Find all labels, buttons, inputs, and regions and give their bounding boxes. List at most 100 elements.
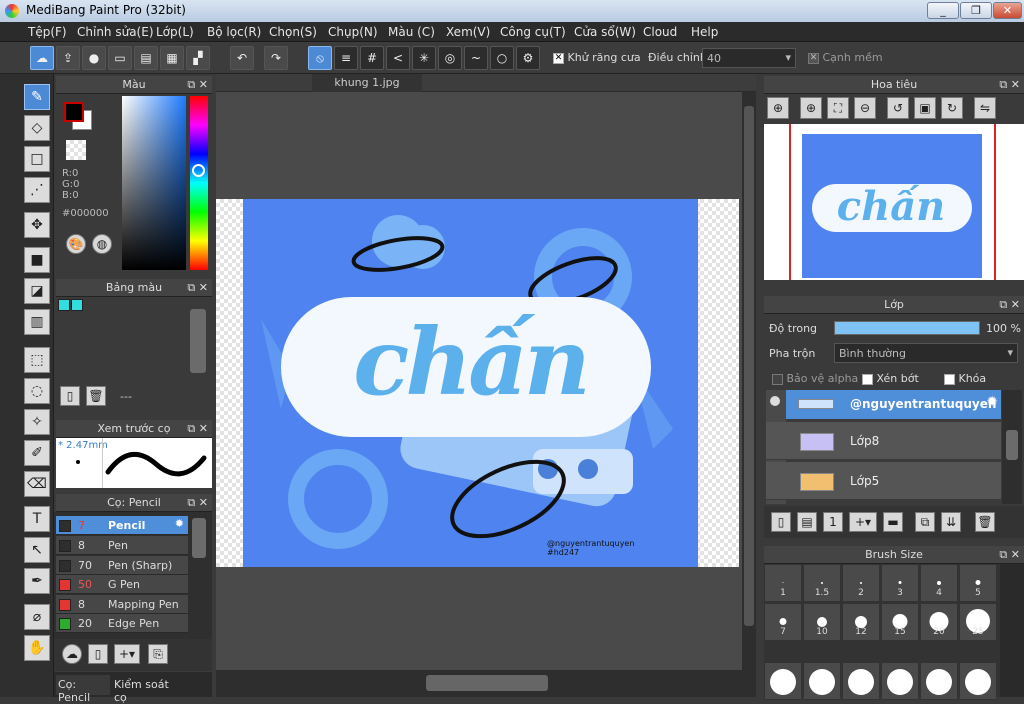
- palette-swatch[interactable]: [71, 299, 83, 311]
- palette-scrollbar[interactable]: [190, 309, 206, 373]
- new-palette-icon[interactable]: ▯: [60, 386, 80, 406]
- brush-size-option[interactable]: [881, 662, 919, 700]
- color-settings-icon[interactable]: ◍: [92, 234, 112, 254]
- clipping-checkbox[interactable]: [862, 373, 873, 385]
- cloud-brush-icon[interactable]: ☁: [62, 644, 82, 664]
- canvas-vertical-scrollbar[interactable]: [742, 92, 756, 670]
- dot-tool-icon[interactable]: ⋰: [24, 177, 50, 203]
- palette-icon[interactable]: 🎨: [66, 234, 86, 254]
- brush-size-option[interactable]: [842, 662, 880, 700]
- new-layer-icon[interactable]: ▯: [771, 512, 791, 532]
- menu-filter[interactable]: Bộ lọc(R): [207, 25, 261, 39]
- brush-size-option[interactable]: 20: [920, 603, 958, 641]
- cloud-icon[interactable]: ☁: [30, 46, 54, 70]
- lock-checkbox[interactable]: [944, 373, 955, 385]
- canvas-horizontal-scrollbar[interactable]: [216, 672, 756, 697]
- radial-snap-icon[interactable]: ✳: [412, 46, 436, 70]
- new-1bit-layer-icon[interactable]: 1: [823, 512, 843, 532]
- brush-size-option[interactable]: [959, 662, 997, 700]
- brush-item[interactable]: 20 Edge Pen: [56, 614, 188, 633]
- panel-controls-icon[interactable]: ⧉ ✕: [187, 76, 208, 93]
- panel-controls-icon[interactable]: ⧉ ✕: [187, 420, 208, 437]
- menu-view[interactable]: Xem(V): [446, 25, 490, 39]
- menu-file[interactable]: Tệp(F): [28, 25, 67, 39]
- menu-tools[interactable]: Công cụ(T): [500, 25, 566, 39]
- select-tool-icon[interactable]: ⬚: [24, 347, 50, 373]
- panel-controls-icon[interactable]: ⧉ ✕: [999, 546, 1020, 563]
- brush-size-scrollbar[interactable]: [1000, 564, 1024, 697]
- menu-color[interactable]: Màu (C): [388, 25, 435, 39]
- saturation-value-picker[interactable]: [122, 96, 186, 270]
- snap-off-icon[interactable]: ⦸: [308, 46, 332, 70]
- layer-row[interactable]: Lớp8: [766, 422, 1001, 460]
- brush-size-option[interactable]: [764, 662, 802, 700]
- artwork[interactable]: chấn @nguyentrantuquyen #hd247: [243, 199, 698, 567]
- trash-icon[interactable]: 🗑: [86, 386, 106, 406]
- brush-size-option[interactable]: 2: [842, 564, 880, 602]
- fill-rect-tool-icon[interactable]: ■: [24, 247, 50, 273]
- brush-item[interactable]: 7 Pencil ✹: [56, 516, 188, 535]
- transparent-color[interactable]: [66, 140, 86, 160]
- opacity-slider[interactable]: [834, 321, 980, 335]
- foreground-color[interactable]: [64, 102, 84, 122]
- gradient-tool-icon[interactable]: ▥: [24, 309, 50, 335]
- brush-size-option[interactable]: 1.5: [803, 564, 841, 602]
- gear-icon[interactable]: ✹: [986, 394, 998, 410]
- fit-icon[interactable]: ⛶: [827, 97, 849, 119]
- rectangle-tool-icon[interactable]: □: [24, 146, 50, 172]
- brush-size-option[interactable]: 1: [764, 564, 802, 602]
- brush-size-option[interactable]: 15: [881, 603, 919, 641]
- brush-item[interactable]: 8 Mapping Pen: [56, 595, 188, 614]
- settings-icon[interactable]: ⚙: [516, 46, 540, 70]
- layer-row[interactable]: @nguyentrantuquyen ✹: [786, 390, 1001, 420]
- move-tool-icon[interactable]: ✥: [24, 212, 50, 238]
- comment-icon[interactable]: ●: [82, 46, 106, 70]
- tab-brush-control[interactable]: Kiểm soát cọ: [112, 675, 184, 704]
- blend-select[interactable]: Bình thường ▾: [834, 343, 1018, 363]
- brush-size-option[interactable]: 12: [842, 603, 880, 641]
- folder-icon[interactable]: ▬: [883, 512, 903, 532]
- layer-scrollbar[interactable]: [1002, 390, 1022, 504]
- undo-icon[interactable]: ↶: [230, 46, 254, 70]
- operation-tool-icon[interactable]: ↖: [24, 537, 50, 563]
- lasso-tool-icon[interactable]: ◌: [24, 378, 50, 404]
- panel-controls-icon[interactable]: ⧉ ✕: [187, 494, 208, 511]
- rotate-right-icon[interactable]: ↻: [941, 97, 963, 119]
- layer-visibility-icon[interactable]: [770, 396, 780, 406]
- adjust-select[interactable]: 40 ▾: [702, 48, 796, 68]
- brush-size-option[interactable]: 4: [920, 564, 958, 602]
- eyedropper-tool-icon[interactable]: ⌀: [24, 604, 50, 630]
- concentric-snap-icon[interactable]: ◎: [438, 46, 462, 70]
- brush-size-option[interactable]: 5: [959, 564, 997, 602]
- menu-cloud[interactable]: Cloud: [643, 25, 677, 39]
- add-layer-menu-icon[interactable]: +▾: [849, 512, 877, 532]
- panel-controls-icon[interactable]: ⧉ ✕: [999, 76, 1020, 93]
- magic-wand-tool-icon[interactable]: ✧: [24, 409, 50, 435]
- menu-edit[interactable]: Chỉnh sửa(E): [77, 25, 154, 39]
- flip-icon[interactable]: ⇋: [974, 97, 996, 119]
- bucket-tool-icon[interactable]: ◪: [24, 278, 50, 304]
- brush-item[interactable]: 8 Pen: [56, 536, 188, 555]
- tab-document[interactable]: khung 1.jpg: [312, 74, 422, 92]
- duplicate-layer-icon[interactable]: ⧉: [915, 512, 935, 532]
- rotate-left-icon[interactable]: ↺: [887, 97, 909, 119]
- merge-layer-icon[interactable]: ⇊: [941, 512, 961, 532]
- curve-snap-icon[interactable]: ~: [464, 46, 488, 70]
- menu-snap[interactable]: Chụp(N): [328, 25, 378, 39]
- tab-brush[interactable]: Cọ: Pencil: [56, 675, 110, 704]
- maximize-button[interactable]: ❐: [960, 2, 992, 19]
- brush-size-option[interactable]: 7: [764, 603, 802, 641]
- brush-item[interactable]: 70 Pen (Sharp): [56, 556, 188, 575]
- navigator-thumbnail[interactable]: chấn: [764, 124, 1024, 280]
- close-button[interactable]: ✕: [993, 2, 1022, 19]
- message-icon[interactable]: ▭: [108, 46, 132, 70]
- select-eraser-tool-icon[interactable]: ⌫: [24, 471, 50, 497]
- zoom-in-icon[interactable]: ⊕: [767, 97, 789, 119]
- zoom-icon[interactable]: ⊕: [800, 97, 822, 119]
- layer-row[interactable]: Lớp5: [766, 462, 1001, 500]
- eraser-tool-icon[interactable]: ◇: [24, 115, 50, 141]
- palette-swatch[interactable]: [58, 299, 70, 311]
- panel-controls-icon[interactable]: ⧉ ✕: [187, 279, 208, 296]
- reset-view-icon[interactable]: ▣: [914, 97, 936, 119]
- hue-slider[interactable]: [190, 96, 208, 270]
